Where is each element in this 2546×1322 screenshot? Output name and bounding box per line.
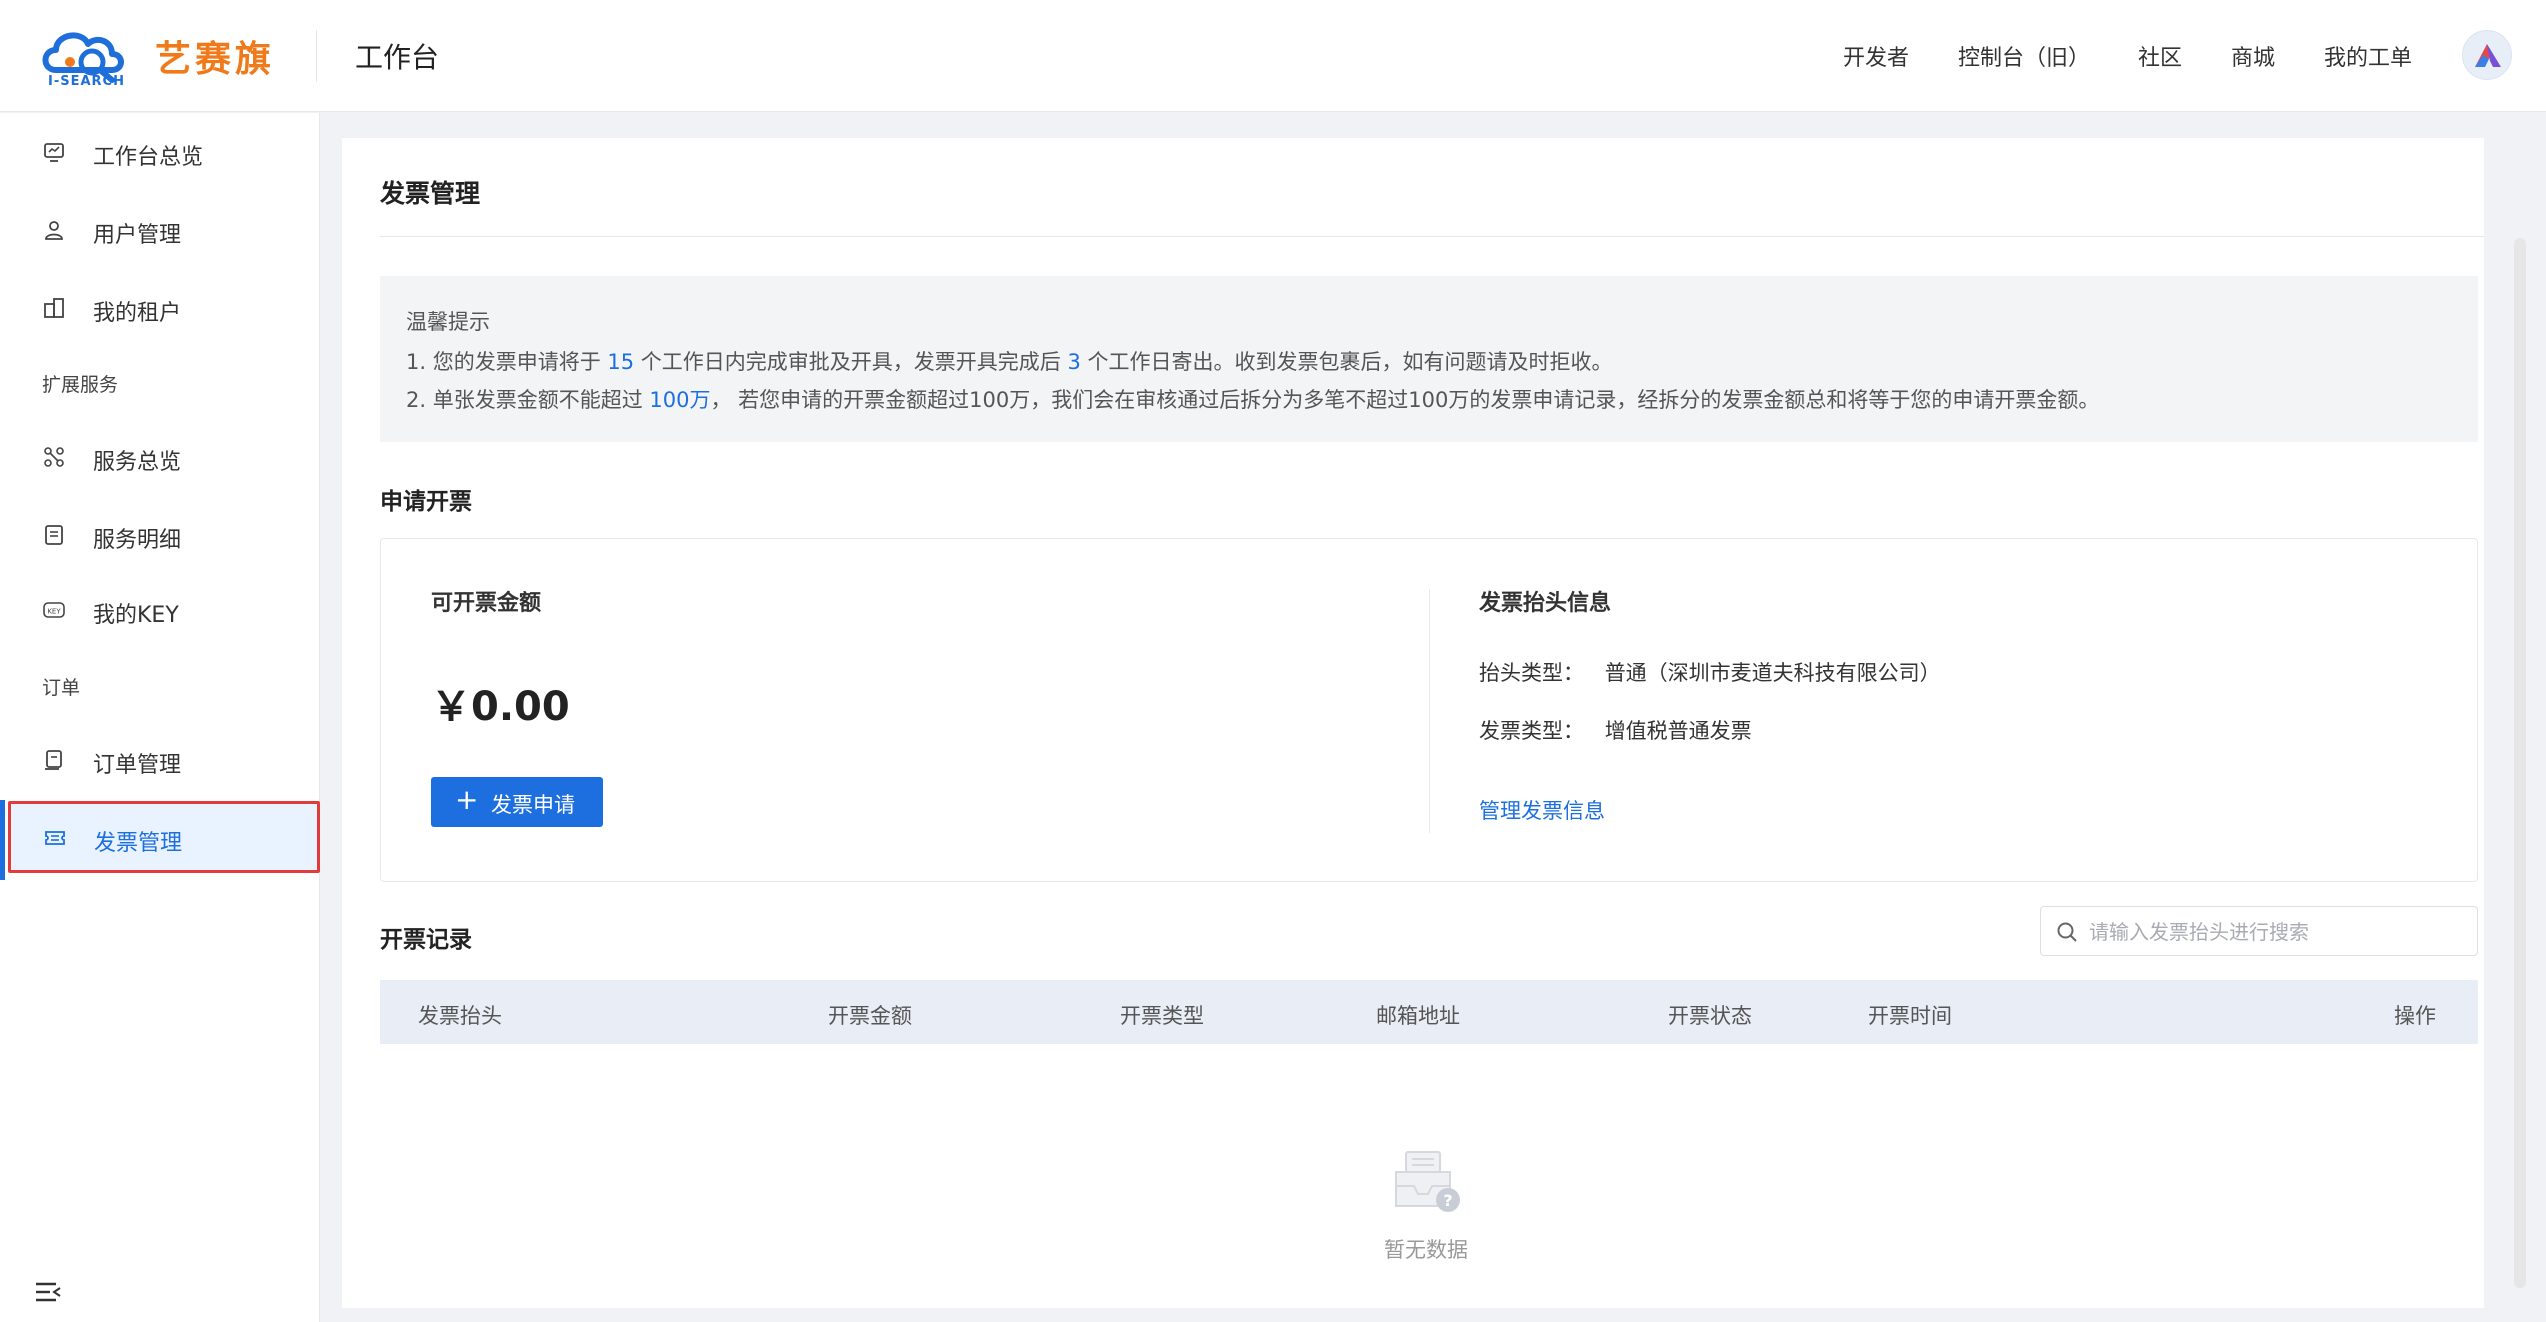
user-icon bbox=[45, 221, 63, 240]
invoice-header-info-title: 发票抬头信息 bbox=[1479, 591, 1612, 616]
avatar-logo-icon bbox=[2475, 44, 2501, 67]
column-header[interactable]: 开票时间 bbox=[1868, 1000, 1952, 1030]
key-icon: KEY bbox=[43, 602, 65, 618]
available-amount-value: ￥0.00 bbox=[431, 684, 570, 730]
header-title: 工作台 bbox=[355, 41, 440, 74]
sidebar-item-label: 工作台总览 bbox=[93, 145, 204, 170]
sidebar-item-users[interactable]: 用户管理 bbox=[0, 200, 320, 260]
available-amount-label: 可开票金额 bbox=[431, 591, 542, 616]
header-type-value: 普通（深圳市麦道夫科技有限公司） bbox=[1604, 661, 1941, 685]
empty-data-icon: ? bbox=[1395, 1151, 1460, 1212]
main-panel: 发票管理 温馨提示 1. 您的发票申请将于 15 个工作日内完成审批及开具，发票… bbox=[342, 138, 2484, 1308]
notice-highlight: 100万 bbox=[649, 388, 711, 412]
logo-text: 艺赛旗 bbox=[155, 39, 276, 80]
apply-invoice-button-label: 发票申请 bbox=[491, 793, 575, 817]
invoice-type-row: 发票类型： 增值税普通发票 bbox=[1479, 715, 1752, 745]
nav-mall[interactable]: 商城 bbox=[2231, 40, 2275, 72]
sidebar-item-label: 用户管理 bbox=[93, 223, 182, 248]
column-header[interactable]: 发票抬头 bbox=[418, 1000, 502, 1030]
dashboard-icon bbox=[44, 143, 64, 162]
column-header[interactable]: 操作 bbox=[2394, 1000, 2436, 1030]
svg-text:KEY: KEY bbox=[47, 608, 61, 616]
sidebar-group-extended: 扩展服务 bbox=[42, 374, 119, 396]
sidebar-item-label: 服务明细 bbox=[93, 528, 182, 553]
nav-console-old[interactable]: 控制台（旧） bbox=[1958, 40, 2090, 72]
sidebar: 工作台总览 用户管理 我的租户 扩展服务 服务总览 服务明细 KEY 我的KEY… bbox=[0, 113, 320, 1322]
avatar[interactable] bbox=[2462, 30, 2512, 80]
sidebar-item-service-detail[interactable]: 服务明细 bbox=[0, 505, 320, 565]
sidebar-item-orders[interactable]: 订单管理 bbox=[0, 730, 320, 790]
notice-title: 温馨提示 bbox=[406, 310, 490, 334]
sidebar-item-invoices[interactable]: 发票管理 bbox=[8, 801, 320, 873]
plus-icon: + bbox=[455, 783, 479, 816]
card-divider bbox=[1429, 589, 1430, 833]
invoice-type-value: 增值税普通发票 bbox=[1604, 719, 1752, 743]
page-scrollbar[interactable] bbox=[2514, 238, 2526, 1288]
notice-highlight: 3 bbox=[1067, 350, 1081, 374]
sidebar-item-service-overview[interactable]: 服务总览 bbox=[0, 427, 320, 487]
services-icon bbox=[44, 447, 64, 467]
records-section-title: 开票记录 bbox=[380, 927, 472, 953]
sidebar-item-label: 服务总览 bbox=[93, 450, 182, 475]
header-type-row: 抬头类型： 普通（深圳市麦道夫科技有限公司） bbox=[1479, 657, 1941, 687]
nav-developer[interactable]: 开发者 bbox=[1843, 40, 1909, 72]
notice-highlight: 15 bbox=[607, 350, 635, 374]
top-header: 艺赛旗 I-SEARCH 工作台 开发者 控制台（旧） 社区 商城 我的工单 bbox=[0, 0, 2546, 112]
column-header[interactable]: 邮箱地址 bbox=[1376, 1000, 1460, 1030]
column-header[interactable]: 开票金额 bbox=[828, 1000, 912, 1030]
building-icon bbox=[44, 298, 64, 318]
header-divider bbox=[316, 30, 317, 82]
svg-text:?: ? bbox=[1443, 1191, 1452, 1210]
menu-collapse-icon[interactable] bbox=[34, 1280, 64, 1304]
header-type-label: 抬头类型： bbox=[1479, 661, 1584, 685]
column-header[interactable]: 开票类型 bbox=[1120, 1000, 1204, 1030]
sidebar-group-orders: 订单 bbox=[42, 677, 81, 699]
title-divider bbox=[380, 236, 2484, 237]
records-table-header: 发票抬头 开票金额 开票类型 邮箱地址 开票状态 开票时间 操作 bbox=[380, 980, 2478, 1044]
order-icon bbox=[45, 750, 62, 770]
apply-section-title: 申请开票 bbox=[380, 489, 472, 515]
notice-text: 个工作日内完成审批及开具，发票开具完成后 bbox=[634, 350, 1068, 374]
sidebar-item-label: 我的租户 bbox=[93, 301, 182, 326]
apply-invoice-card: 可开票金额 ￥0.00 + 发票申请 发票抬头信息 抬头类型： 普通（深圳市麦道… bbox=[380, 538, 2478, 882]
sidebar-item-label: 订单管理 bbox=[93, 753, 182, 778]
sidebar-item-label: 我的KEY bbox=[93, 603, 179, 628]
sidebar-active-indicator bbox=[0, 800, 5, 880]
nav-community[interactable]: 社区 bbox=[2138, 40, 2182, 72]
search-input[interactable] bbox=[2089, 915, 2459, 949]
notice-box: 温馨提示 1. 您的发票申请将于 15 个工作日内完成审批及开具，发票开具完成后… bbox=[380, 276, 2478, 442]
notice-line-1: 1. 您的发票申请将于 15 个工作日内完成审批及开具，发票开具完成后 3 个工… bbox=[406, 346, 1613, 376]
search-icon bbox=[2057, 922, 2077, 942]
manage-invoice-info-link[interactable]: 管理发票信息 bbox=[1479, 795, 1605, 825]
search-field[interactable] bbox=[2040, 906, 2478, 956]
column-header[interactable]: 开票状态 bbox=[1668, 1000, 1752, 1030]
empty-data-text: 暂无数据 bbox=[1384, 1238, 1468, 1262]
notice-line-2: 2. 单张发票金额不能超过 100万， 若您申请的开票金额超过100万，我们会在… bbox=[406, 384, 2099, 414]
page-title: 发票管理 bbox=[380, 179, 481, 208]
sidebar-item-tenants[interactable]: 我的租户 bbox=[0, 278, 320, 338]
logo-subtext: I-SEARCH bbox=[48, 74, 125, 89]
notice-text: 个工作日寄出。收到发票包裹后，如有问题请及时拒收。 bbox=[1080, 350, 1613, 374]
apply-invoice-button[interactable]: + 发票申请 bbox=[431, 777, 603, 827]
nav-my-tickets[interactable]: 我的工单 bbox=[2324, 40, 2412, 72]
invoice-type-label: 发票类型： bbox=[1479, 719, 1584, 743]
invoice-icon bbox=[45, 831, 65, 845]
sidebar-item-my-key[interactable]: KEY 我的KEY bbox=[0, 580, 320, 640]
notice-text: 1. 您的发票申请将于 bbox=[406, 350, 608, 374]
sidebar-item-label: 发票管理 bbox=[94, 831, 183, 856]
notice-text: 2. 单张发票金额不能超过 bbox=[406, 388, 650, 412]
sidebar-item-dashboard[interactable]: 工作台总览 bbox=[0, 122, 320, 182]
list-icon bbox=[45, 525, 63, 545]
notice-text: ， 若您申请的开票金额超过100万，我们会在审核通过后拆分为多笔不超过100万的… bbox=[710, 388, 2100, 412]
